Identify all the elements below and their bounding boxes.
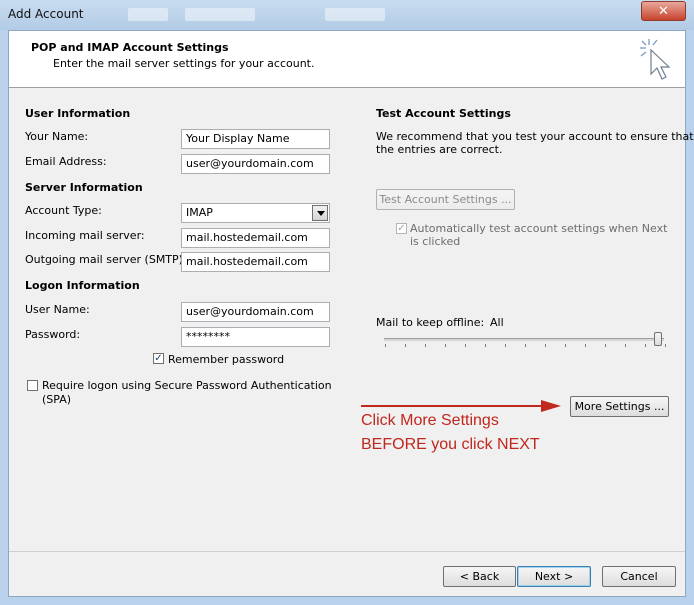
slider-tick bbox=[385, 344, 386, 347]
incoming-server-input[interactable]: mail.hostedemail.com bbox=[181, 228, 330, 248]
window-title: Add Account bbox=[8, 7, 84, 21]
cancel-button[interactable]: Cancel bbox=[602, 566, 676, 587]
background-ghost bbox=[128, 8, 168, 21]
footer-divider bbox=[9, 551, 685, 552]
wizard-cursor-icon bbox=[640, 39, 671, 80]
remember-password-checkbox[interactable]: ✓ bbox=[153, 353, 164, 364]
back-button[interactable]: < Back bbox=[443, 566, 516, 587]
test-account-settings-button[interactable]: Test Account Settings ... bbox=[376, 189, 515, 210]
username-label: User Name: bbox=[25, 303, 90, 316]
slider-tick bbox=[485, 344, 486, 347]
chevron-down-icon[interactable] bbox=[312, 205, 328, 221]
slider-tick bbox=[545, 344, 546, 347]
password-input[interactable]: ******** bbox=[181, 327, 330, 347]
dialog-window: Add Account ✕ POP and IMAP Account Setti… bbox=[0, 0, 694, 605]
slider-tick bbox=[585, 344, 586, 347]
slider-tick bbox=[505, 344, 506, 347]
spa-label-line2[interactable]: (SPA) bbox=[42, 393, 71, 406]
user-info-heading: User Information bbox=[25, 107, 131, 120]
username-input[interactable]: user@yourdomain.com bbox=[181, 302, 330, 322]
annotation-line1: Click More Settings bbox=[361, 412, 499, 429]
auto-test-label-line1[interactable]: Automatically test account settings when… bbox=[410, 222, 667, 235]
password-label: Password: bbox=[25, 328, 81, 341]
offline-label: Mail to keep offline: bbox=[376, 316, 485, 329]
server-info-heading: Server Information bbox=[25, 181, 143, 194]
slider-tick bbox=[405, 344, 406, 347]
your-name-label: Your Name: bbox=[25, 130, 89, 143]
email-address-label: Email Address: bbox=[25, 155, 107, 168]
outgoing-server-label: Outgoing mail server (SMTP): bbox=[25, 253, 187, 266]
annotation-arrow-icon bbox=[361, 400, 561, 412]
account-type-label: Account Type: bbox=[25, 204, 102, 217]
slider-tick bbox=[625, 344, 626, 347]
remember-password-label[interactable]: Remember password bbox=[168, 353, 284, 366]
spa-label-line1[interactable]: Require logon using Secure Password Auth… bbox=[42, 379, 332, 392]
annotation-line2: BEFORE you click NEXT bbox=[361, 436, 540, 453]
test-description-line1: We recommend that you test your account … bbox=[376, 130, 694, 143]
background-ghost bbox=[185, 8, 255, 21]
slider-tick bbox=[665, 344, 666, 347]
page-title: POP and IMAP Account Settings bbox=[31, 41, 229, 54]
title-bar[interactable]: Add Account ✕ bbox=[0, 0, 694, 30]
spa-checkbox[interactable] bbox=[27, 380, 38, 391]
offline-slider-thumb[interactable] bbox=[654, 332, 662, 346]
test-description-line2: the entries are correct. bbox=[376, 143, 503, 156]
more-settings-button[interactable]: More Settings ... bbox=[570, 396, 669, 417]
offline-slider-track[interactable] bbox=[384, 338, 664, 341]
offline-value: All bbox=[490, 316, 504, 329]
slider-tick bbox=[445, 344, 446, 347]
account-type-value: IMAP bbox=[186, 206, 213, 219]
logon-info-heading: Logon Information bbox=[25, 279, 140, 292]
slider-tick bbox=[645, 344, 646, 347]
outgoing-server-input[interactable]: mail.hostedemail.com bbox=[181, 252, 330, 272]
close-button[interactable]: ✕ bbox=[641, 1, 686, 21]
page-subtitle: Enter the mail server settings for your … bbox=[53, 57, 315, 70]
test-settings-heading: Test Account Settings bbox=[376, 107, 511, 120]
wizard-header: POP and IMAP Account Settings Enter the … bbox=[9, 31, 685, 88]
auto-test-checkbox[interactable]: ✓ bbox=[396, 223, 407, 234]
slider-tick bbox=[605, 344, 606, 347]
incoming-server-label: Incoming mail server: bbox=[25, 229, 145, 242]
slider-tick bbox=[425, 344, 426, 347]
dialog-body: POP and IMAP Account Settings Enter the … bbox=[8, 30, 694, 597]
slider-tick bbox=[465, 344, 466, 347]
background-ghost bbox=[325, 8, 385, 21]
account-type-select[interactable]: IMAP bbox=[181, 203, 330, 223]
auto-test-label-line2[interactable]: is clicked bbox=[410, 235, 460, 248]
next-button[interactable]: Next > bbox=[517, 566, 591, 587]
your-name-input[interactable]: Your Display Name bbox=[181, 129, 330, 149]
slider-tick bbox=[525, 344, 526, 347]
close-icon: ✕ bbox=[658, 4, 669, 19]
slider-tick bbox=[565, 344, 566, 347]
email-address-input[interactable]: user@yourdomain.com bbox=[181, 154, 330, 174]
